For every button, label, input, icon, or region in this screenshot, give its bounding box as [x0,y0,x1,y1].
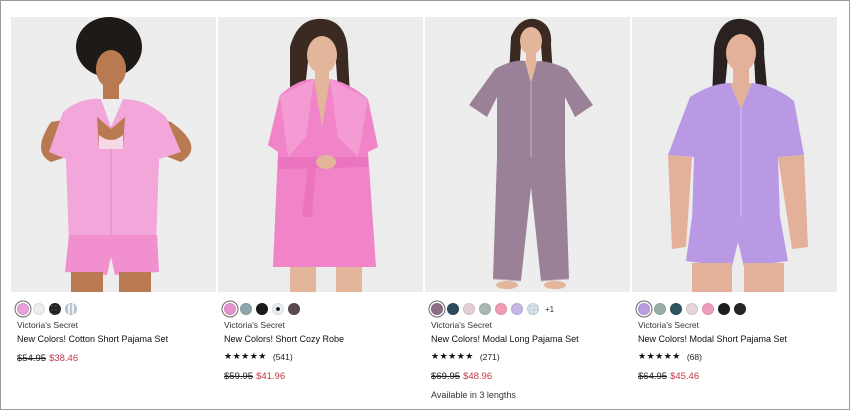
star-rating-icons: ★★★★★ [431,351,474,361]
color-swatch[interactable] [49,303,61,315]
price: $64.95 $45.46 [638,371,699,382]
color-swatch[interactable] [240,303,252,315]
color-swatch[interactable] [702,303,714,315]
color-swatch[interactable] [288,303,300,315]
rating: ★★★★★ (541) [224,351,293,362]
product-image[interactable] [218,17,423,292]
color-swatch[interactable] [447,303,459,315]
color-swatch[interactable] [654,303,666,315]
sale-price: $38.46 [49,353,79,364]
review-count[interactable]: (68) [687,352,702,362]
review-count[interactable]: (541) [273,352,293,362]
sale-price: $48.96 [463,371,493,382]
color-swatch[interactable] [65,303,77,315]
price: $54.95 $38.46 [17,353,78,364]
color-swatch[interactable] [463,303,475,315]
color-swatch[interactable] [17,303,29,315]
color-swatches [17,301,77,317]
product-name-link[interactable]: New Colors! Modal Long Pajama Set [431,334,579,344]
color-swatch[interactable] [638,303,650,315]
star-rating-icons: ★★★★★ [638,351,681,361]
product-image[interactable] [11,17,216,292]
available-lengths-note: Available in 3 lengths [431,390,516,400]
color-swatch[interactable] [33,303,45,315]
product-image[interactable] [632,17,837,292]
color-swatches [224,301,300,317]
color-swatch[interactable] [479,303,491,315]
brand-label: Victoria's Secret [224,320,285,330]
product-card[interactable]: Victoria's Secret New Colors! Modal Shor… [632,17,837,382]
sale-price: $45.46 [670,371,700,382]
color-swatch[interactable] [734,303,746,315]
color-swatches: +1 [431,301,554,317]
sale-price: $41.96 [256,371,286,382]
price: $69.95 $48.96 [431,371,492,382]
color-swatch[interactable] [511,303,523,315]
original-price: $59.95 [224,371,254,382]
original-price: $64.95 [638,371,668,382]
more-colors-link[interactable]: +1 [545,305,554,314]
product-name-link[interactable]: New Colors! Cotton Short Pajama Set [17,334,168,344]
color-swatch[interactable] [431,303,443,315]
color-swatch[interactable] [718,303,730,315]
color-swatch[interactable] [670,303,682,315]
rating: ★★★★★ (68) [638,351,702,362]
color-swatch[interactable] [495,303,507,315]
product-image[interactable] [425,17,630,292]
color-swatch[interactable] [686,303,698,315]
color-swatch[interactable] [224,303,236,315]
product-card[interactable]: Victoria's Secret New Colors! Cotton Sho… [11,17,216,364]
product-card[interactable]: Victoria's Secret New Colors! Short Cozy… [218,17,423,382]
rating: ★★★★★ (271) [431,351,500,362]
original-price: $54.95 [17,353,47,364]
product-name-link[interactable]: New Colors! Short Cozy Robe [224,334,344,344]
original-price: $69.95 [431,371,461,382]
color-swatch[interactable] [256,303,268,315]
product-grid: Victoria's Secret New Colors! Cotton Sho… [11,17,839,407]
color-swatch[interactable] [272,303,284,315]
product-card[interactable]: +1 Victoria's Secret New Colors! Modal L… [425,17,630,400]
star-rating-icons: ★★★★★ [224,351,267,361]
brand-label: Victoria's Secret [17,320,78,330]
color-swatch[interactable] [527,303,539,315]
brand-label: Victoria's Secret [638,320,699,330]
review-count[interactable]: (271) [480,352,500,362]
brand-label: Victoria's Secret [431,320,492,330]
product-name-link[interactable]: New Colors! Modal Short Pajama Set [638,334,787,344]
price: $59.95 $41.96 [224,371,285,382]
color-swatches [638,301,746,317]
